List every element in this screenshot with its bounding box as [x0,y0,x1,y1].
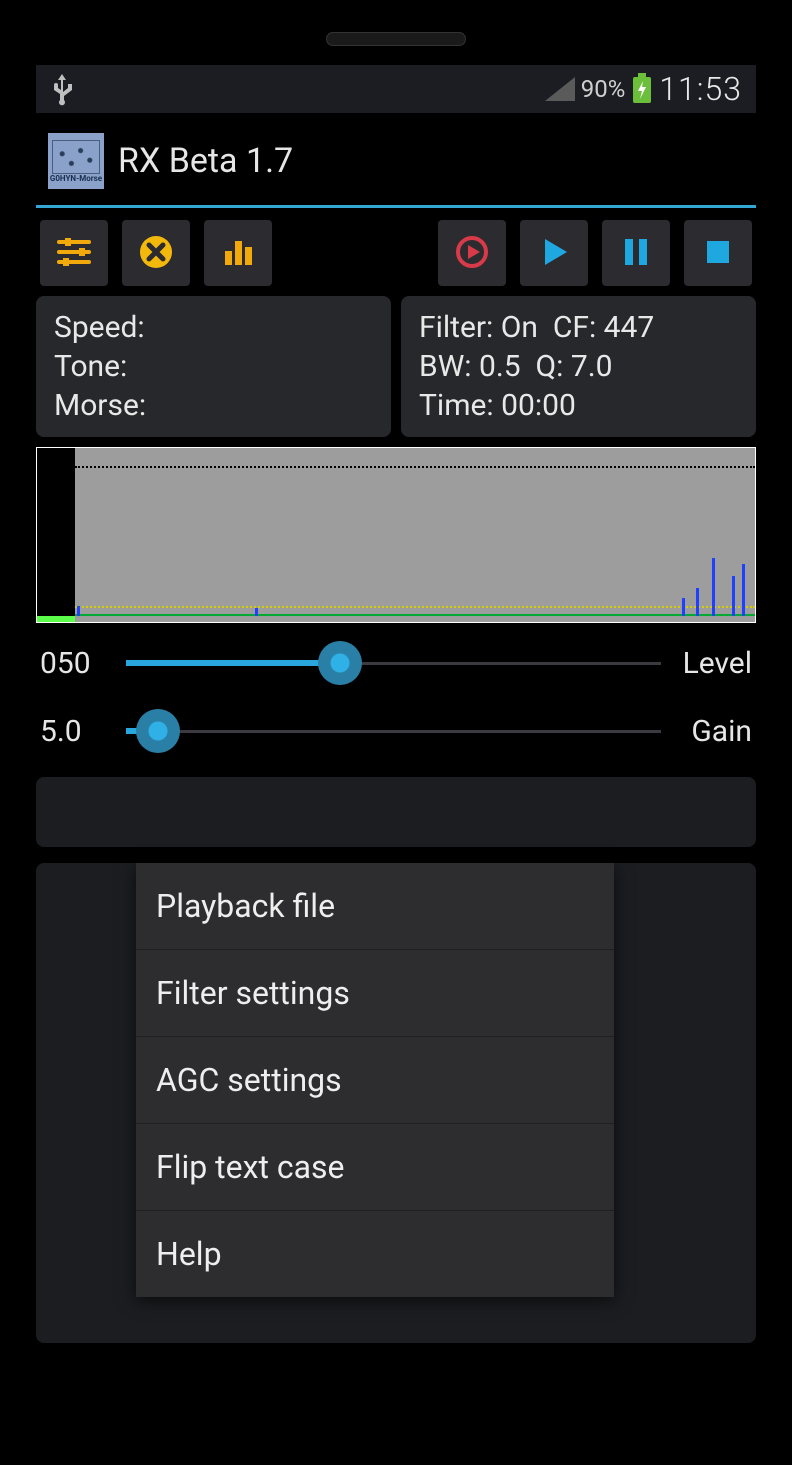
info-filter: Filter: On CF: 447 [419,308,738,347]
info-bw: BW: 0.5 Q: 7.0 [419,347,738,386]
bar-chart-icon [219,233,257,274]
options-menu: Playback file Filter settings AGC settin… [136,863,614,1297]
close-button[interactable] [122,220,190,286]
pause-button[interactable] [602,220,670,286]
app-logo-caption: G0HYN-Morse [50,174,102,183]
battery-percent: 90% [581,75,626,103]
chart-button[interactable] [204,220,272,286]
level-slider[interactable] [126,635,661,691]
battery-charging-icon [631,73,653,105]
gain-slider-row: 5.0 Gain [36,691,756,759]
stop-icon [703,237,733,270]
menu-item-filter-settings[interactable]: Filter settings [136,950,614,1037]
level-slider-thumb[interactable] [318,641,362,685]
info-panel-right: Filter: On CF: 447 BW: 0.5 Q: 7.0 Time: … [401,296,756,437]
close-circle-icon [137,233,175,274]
status-time: 11:53 [659,70,742,108]
content-backdrop: Playback file Filter settings AGC settin… [36,863,756,1343]
info-speed: Speed: [54,308,373,347]
app-bar: G0HYN-Morse RX Beta 1.7 [36,113,756,208]
app-logo: G0HYN-Morse [48,133,104,189]
menu-item-flip-text-case[interactable]: Flip text case [136,1124,614,1211]
play-button[interactable] [520,220,588,286]
play-icon [537,235,571,272]
info-time: Time: 00:00 [419,386,738,425]
phone-speaker [326,32,466,46]
decoded-text-area [36,777,756,847]
info-morse: Morse: [54,386,373,425]
stop-button[interactable] [684,220,752,286]
gain-slider[interactable] [126,703,661,759]
phone-frame: 90% 11:53 G0HYN-Morse RX Beta 1.7 [0,0,792,1465]
spectrum-level-bar [37,448,75,622]
info-tone: Tone: [54,347,373,386]
pause-icon [621,235,651,272]
usb-icon [50,72,74,106]
screen: 90% 11:53 G0HYN-Morse RX Beta 1.7 [36,65,756,1365]
menu-item-playback-file[interactable]: Playback file [136,863,614,950]
info-row: Speed: Tone: Morse: Filter: On CF: 447 B… [36,296,756,437]
sliders-icon [55,233,93,274]
record-icon [453,233,491,274]
record-button[interactable] [438,220,506,286]
level-label: Level [661,646,756,681]
gain-value: 5.0 [36,714,126,749]
level-slider-row: 050 Level [36,623,756,691]
gain-label: Gain [661,714,756,749]
info-panel-left: Speed: Tone: Morse: [36,296,391,437]
spectrum-display [36,447,756,623]
signal-icon [545,77,575,101]
status-bar: 90% 11:53 [36,65,756,113]
menu-item-agc-settings[interactable]: AGC settings [136,1037,614,1124]
level-value: 050 [36,646,126,681]
menu-item-help[interactable]: Help [136,1211,614,1297]
app-title: RX Beta 1.7 [118,141,293,181]
spectrum-plot [75,448,755,622]
gain-slider-thumb[interactable] [136,709,180,753]
toolbar [36,208,756,296]
settings-button[interactable] [40,220,108,286]
